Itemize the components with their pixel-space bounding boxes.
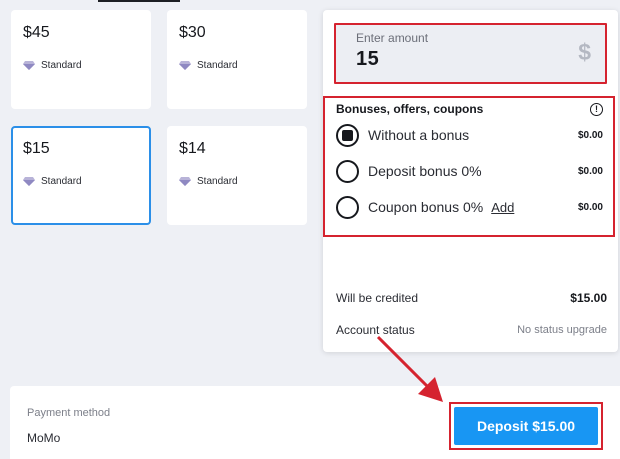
deposit-panel: Enter amount 15 $ Bonuses, offers, coupo… [323, 10, 618, 352]
diamond-icon [23, 177, 35, 186]
bonus-option-label: Without a bonus [368, 127, 470, 143]
radio-button[interactable] [336, 159, 359, 183]
radio-button[interactable] [336, 195, 359, 219]
deposit-highlight: Deposit $15.00 [449, 402, 603, 450]
top-underline [98, 0, 180, 2]
bonus-option-value: $0.00 [577, 129, 603, 141]
credited-label: Will be credited [336, 291, 419, 305]
account-status-label: Account status [336, 323, 415, 337]
card-amount: $30 [179, 24, 206, 41]
bonus-title: Bonuses, offers, coupons [336, 102, 484, 116]
info-icon[interactable]: ! [590, 102, 603, 116]
amount-card-15[interactable]: $15 Standard [11, 126, 151, 225]
card-amount: $45 [23, 24, 50, 41]
card-tier-label: Standard [197, 60, 238, 71]
diamond-icon [179, 61, 191, 70]
credited-row: Will be credited $15.00 [336, 291, 607, 305]
card-tier: Standard [23, 176, 139, 187]
payment-method-label: Payment method [27, 407, 111, 419]
bonus-option-label: Deposit bonus 0% [368, 163, 482, 179]
bonus-header: Bonuses, offers, coupons ! [336, 101, 603, 117]
bonus-option-none[interactable]: Without a bonus $0.00 [336, 117, 603, 153]
bonus-option-value: $0.00 [577, 201, 603, 213]
bonus-option-value: $0.00 [577, 165, 603, 177]
account-status-value: No status upgrade [517, 324, 607, 336]
bonus-section: Bonuses, offers, coupons ! Without a bon… [323, 96, 615, 237]
deposit-button[interactable]: Deposit $15.00 [454, 407, 598, 445]
add-coupon-link[interactable]: Add [491, 200, 514, 215]
bonus-option-coupon[interactable]: Coupon bonus 0% Add $0.00 [336, 189, 603, 225]
diamond-icon [23, 61, 35, 70]
radio-dot [342, 129, 353, 141]
amount-input[interactable]: Enter amount 15 $ [334, 23, 607, 84]
bonus-option-label: Coupon bonus 0% [368, 199, 484, 215]
amount-card-45[interactable]: $45 Standard [11, 10, 151, 109]
account-status-row: Account status No status upgrade [336, 323, 607, 337]
payment-method-value[interactable]: MoMo [27, 431, 60, 445]
card-tier-label: Standard [41, 60, 82, 71]
card-tier-label: Standard [41, 176, 82, 187]
amount-card-14[interactable]: $14 Standard [167, 126, 307, 225]
amount-input-label: Enter amount [356, 31, 429, 45]
amount-input-value[interactable]: 15 [356, 48, 605, 71]
radio-button-selected[interactable] [336, 123, 359, 147]
credited-value: $15.00 [570, 291, 607, 305]
diamond-icon [179, 177, 191, 186]
card-tier: Standard [23, 60, 139, 71]
payment-bar: Payment method MoMo Deposit $15.00 [10, 386, 620, 459]
card-tier-label: Standard [197, 176, 238, 187]
amount-card-30[interactable]: $30 Standard [167, 10, 307, 109]
card-amount: $14 [179, 140, 206, 157]
bonus-option-deposit[interactable]: Deposit bonus 0% $0.00 [336, 153, 603, 189]
card-amount: $15 [23, 140, 50, 157]
dollar-icon: $ [578, 39, 591, 65]
card-tier: Standard [179, 176, 295, 187]
card-tier: Standard [179, 60, 295, 71]
